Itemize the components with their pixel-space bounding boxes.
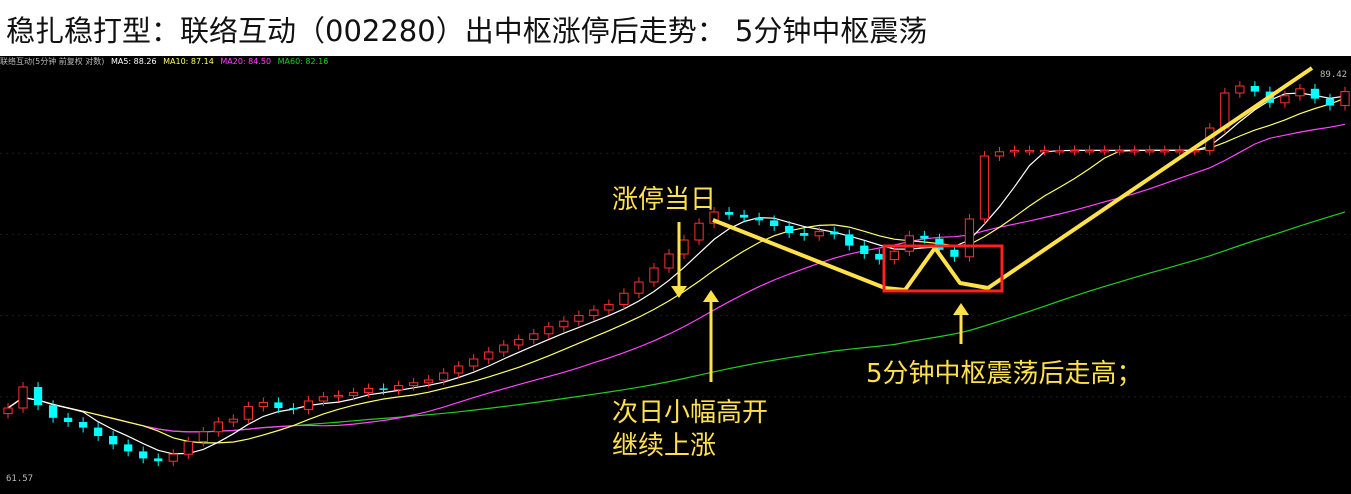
candle-body-down [109, 436, 118, 445]
candle-body-up [1009, 149, 1020, 153]
annotation-next-day-line2: 继续上涨 [612, 431, 717, 461]
candle-body-up [679, 239, 689, 255]
candle-body-up [619, 292, 629, 305]
candle-body-down [724, 212, 734, 215]
ma20-line [7, 123, 1346, 433]
candle-body-up [303, 400, 314, 410]
price-label-high: 89.42 [1320, 70, 1348, 80]
candle-body-up [994, 151, 1005, 157]
candle-body-up [484, 351, 494, 360]
candle-body-up [258, 401, 269, 408]
candle-body-up [889, 250, 899, 261]
price-label-low: 61.57 [6, 474, 34, 484]
candle-body-up [514, 338, 524, 346]
candle-body-up [529, 333, 539, 340]
candle-body-up [604, 303, 614, 311]
candle-body-up [1054, 149, 1065, 153]
candle-body-up [544, 326, 554, 335]
candle-body-up [228, 418, 238, 423]
candle-body-up [18, 386, 28, 409]
candle-body-up [649, 267, 659, 283]
arrow-next-day-head [703, 290, 719, 302]
candle-body-up [1235, 85, 1245, 94]
candle-body-up [979, 155, 990, 220]
candle-body-down [289, 408, 298, 410]
candle-body-up [1115, 149, 1125, 153]
candle-body-up [469, 358, 479, 367]
candle-body-up [499, 344, 509, 353]
candle-body-up [1160, 149, 1170, 153]
candle-body-up [198, 431, 208, 443]
candle-body-down [754, 217, 764, 221]
candle-body-down [770, 220, 779, 226]
candle-body-down [63, 417, 73, 422]
candle-body-up [559, 320, 569, 328]
candle-body-up [1130, 149, 1140, 153]
candle-body-down [830, 231, 839, 235]
candle-body-up [1069, 149, 1080, 153]
candle-body-up [694, 222, 704, 241]
candle-body-up [589, 309, 599, 317]
candle-body-up [423, 379, 434, 384]
candle-body-up [1145, 149, 1155, 153]
candle-body-down [800, 233, 809, 236]
candle-body-up [439, 372, 449, 381]
candle-body-down [33, 387, 43, 406]
candle-body-up [1100, 149, 1110, 153]
candle-body-up [183, 441, 193, 455]
candle-body-down [1250, 86, 1259, 92]
candle-body-up [664, 253, 674, 269]
candle-body-down [950, 249, 959, 257]
candle-body-up [964, 218, 975, 258]
candle-body-down [860, 245, 869, 254]
candle-body-down [124, 444, 133, 452]
candle-body-down [48, 405, 58, 418]
candle-body-up [213, 421, 223, 433]
candle-body-up [904, 235, 914, 252]
annotation-limit-up-day: 涨停当日 [612, 185, 717, 215]
annotation-oscillation: 5分钟中枢震荡后走高； [866, 359, 1143, 389]
candle-body-up [454, 365, 464, 374]
arrow-limit-up-day-head [671, 286, 687, 298]
candle-body-up [1084, 149, 1095, 153]
candle-body-up [1295, 88, 1305, 97]
candle-body-up [1175, 149, 1185, 153]
candle-body-up [1220, 92, 1230, 129]
candle-body-down [845, 234, 854, 246]
candle-body-up [1280, 95, 1290, 104]
candle-body-down [1310, 88, 1320, 99]
candle-body-down [139, 451, 148, 459]
candle-body-up [1024, 149, 1035, 153]
candle-body-up [363, 387, 374, 394]
candle-body-up [1039, 149, 1050, 153]
candle-body-up [318, 396, 329, 402]
candle-body-down [274, 402, 283, 408]
candle-body-down [154, 458, 163, 462]
candle-body-up [393, 385, 404, 391]
candle-body-down [739, 214, 749, 218]
candle-body-up [814, 231, 824, 237]
candle-body-up [243, 406, 253, 420]
candle-body-down [379, 388, 388, 390]
candle-body-up [333, 394, 344, 398]
candle-body-down [785, 226, 794, 233]
annotation-next-day-line1: 次日小幅高开 [612, 398, 769, 428]
candle-body-down [78, 422, 88, 428]
candle-body-up [1340, 91, 1350, 107]
arrow-oscillation-head [953, 303, 969, 315]
candle-body-up [168, 453, 178, 462]
candle-body-up [408, 382, 419, 387]
candle-body-up [634, 281, 644, 294]
candle-body-down [920, 235, 929, 239]
candle-body-down [1325, 98, 1335, 106]
candle-body-down [875, 254, 884, 260]
candle-body-up [3, 407, 13, 415]
candle-body-down [94, 427, 103, 436]
candle-body-up [574, 315, 584, 322]
oscillation-box [882, 244, 1004, 293]
candle-body-up [348, 392, 359, 396]
